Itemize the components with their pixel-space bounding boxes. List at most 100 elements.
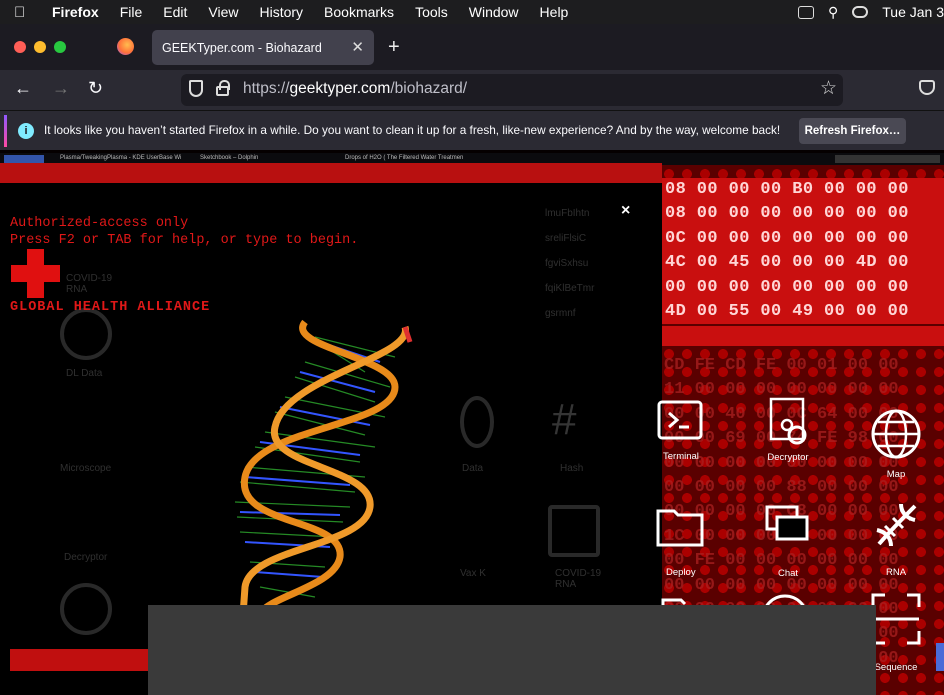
close-window-button[interactable] (14, 41, 26, 53)
decryptor-glyph-icon (769, 397, 807, 445)
hash-icon: # (552, 395, 577, 444)
refresh-firefox-button[interactable]: Refresh Firefox… (799, 118, 906, 144)
bookmark-star-icon[interactable]: ☆ (820, 77, 837, 100)
folder-icon (656, 509, 704, 547)
terminal-label: Terminal (663, 451, 699, 462)
bg-string-3: fgviSxhsu (545, 258, 589, 269)
bg-download-icon (460, 396, 494, 448)
decryptor-label: Decryptor (767, 452, 809, 463)
map-app-icon[interactable]: Map (851, 408, 941, 480)
firefox-tab-strip (0, 24, 944, 70)
rna-label: RNA (885, 567, 907, 578)
refresh-notification-bar: i It looks like you haven’t started Fire… (0, 110, 944, 150)
bg-label-decryptor: Decryptor (64, 552, 108, 563)
control-center-icon[interactable] (852, 6, 869, 18)
bg-label-covid2: COVID-19 RNA (555, 568, 602, 590)
globe-icon (871, 409, 921, 459)
hex-dump-highlighted: 08 00 00 00 B0 00 00 00 08 00 00 00 00 00… (662, 178, 944, 324)
chat-app-icon[interactable]: Chat (743, 505, 833, 579)
menu-window[interactable]: Window (469, 4, 519, 20)
bg-label-dl-data: DL Data (66, 368, 103, 379)
panel-launcher-icons[interactable] (4, 155, 44, 163)
menu-history[interactable]: History (259, 4, 303, 20)
menu-help[interactable]: Help (540, 4, 569, 20)
gray-overlay-panel (148, 605, 876, 695)
terminal-line-2: Press F2 or TAB for help, or type to beg… (10, 233, 359, 248)
address-bar[interactable]: https://geektyper.com/biohazard/ ☆ (181, 74, 843, 106)
bg-string-5: gsrmnf (545, 308, 576, 319)
hex-row: CD FE CD FE 00 01 00 00 (664, 356, 899, 375)
panel-task-2[interactable]: Sketchbook – Dolphin (200, 155, 258, 161)
tracking-protection-icon[interactable] (189, 80, 203, 97)
info-icon: i (18, 123, 34, 139)
download-icon (60, 308, 112, 360)
bg-string-1: lmuFbIhtn (545, 208, 590, 219)
bg-folder-icon (548, 505, 600, 557)
bg-label-microscope: Microscope (60, 463, 112, 474)
zoom-window-button[interactable] (54, 41, 66, 53)
firefox-view-icon[interactable] (117, 38, 134, 55)
blue-edge-element (936, 643, 944, 671)
tab-geektyper[interactable]: GEEKTyper.com - Biohazard ✕ (152, 30, 374, 65)
panel-task-3[interactable]: Drops of H2O ( The Filtered Water Treatm… (345, 155, 463, 161)
menu-bookmarks[interactable]: Bookmarks (324, 4, 394, 20)
bg-label-covid: COVID-19 RNA (66, 273, 113, 295)
menu-file[interactable]: File (120, 4, 143, 20)
tab-title: GEEKTyper.com - Biohazard (162, 40, 322, 55)
notification-accent (4, 115, 7, 147)
forward-arrow-icon[interactable]: → (52, 78, 70, 99)
dna-icon (876, 503, 917, 547)
terminal-text: Authorized-access only Press F2 or TAB fo… (10, 215, 358, 249)
hex-row: 0C 00 00 00 00 00 00 00 (665, 228, 909, 248)
scan-frame-icon (871, 593, 921, 645)
decryptor-app-icon[interactable]: Decryptor (743, 397, 833, 463)
tab-close-icon[interactable]: ✕ (351, 38, 364, 56)
url-host: geektyper.com (289, 80, 391, 97)
terminal-glyph-icon (657, 400, 703, 440)
bg-string-2: sreliFlsiC (545, 233, 587, 244)
deploy-app-icon[interactable]: Deploy (635, 505, 725, 578)
terminal-line-1: Authorized-access only (10, 216, 189, 231)
menu-app-firefox[interactable]: Firefox (52, 4, 99, 20)
url-text[interactable]: https://geektyper.com/biohazard/ (243, 80, 467, 98)
chat-label: Chat (777, 568, 799, 579)
close-terminal-icon[interactable]: × (621, 202, 630, 220)
rna-app-icon[interactable]: RNA (851, 500, 941, 578)
macos-menubar:  Firefox File Edit View History Bookmar… (0, 0, 944, 24)
bg-string-4: fqiKlBeTmr (545, 283, 595, 294)
menu-tools[interactable]: Tools (415, 4, 448, 20)
hex-row: 08 00 00 00 B0 00 00 00 (665, 180, 909, 199)
system-tray[interactable] (835, 155, 940, 163)
chat-icon (765, 505, 809, 541)
bg-label-data: Data (462, 463, 484, 474)
menubar-clock[interactable]: Tue Jan 3 (882, 4, 944, 20)
back-arrow-icon[interactable]: ← (14, 78, 32, 99)
deploy-label: Deploy (666, 567, 696, 578)
page-content: Plasma/TweakingPlasma - KDE UserBase Wi … (0, 150, 944, 695)
bg-label-vax: Vax K (460, 568, 486, 579)
spotlight-search-icon[interactable]: ⚲ (828, 4, 838, 21)
screen-mirroring-icon[interactable] (797, 5, 814, 19)
hex-row: 4D 00 55 00 49 00 00 00 (665, 302, 909, 322)
partial-globe-icon[interactable] (740, 593, 830, 605)
reload-icon[interactable]: ↻ (88, 78, 103, 99)
hex-row: 4C 00 45 00 00 00 4D 00 (665, 253, 909, 273)
organization-name: GLOBAL HEALTH ALLIANCE (10, 300, 211, 315)
notification-text: It looks like you haven’t started Firefo… (44, 123, 781, 137)
apple-icon[interactable]:  (14, 4, 40, 21)
red-cross-logo (11, 249, 60, 298)
panel-task-1[interactable]: Plasma/TweakingPlasma - KDE UserBase Wi (60, 155, 181, 161)
hex-row: 00 00 00 00 00 00 00 00 (665, 277, 909, 297)
url-path: /biohazard/ (390, 80, 468, 97)
map-label: Map (886, 469, 906, 480)
hex-row: 08 00 00 00 00 00 00 00 (665, 204, 909, 224)
menu-view[interactable]: View (208, 4, 238, 20)
url-prefix: https:// (243, 80, 290, 97)
new-tab-button[interactable]: + (388, 36, 400, 59)
terminal-app-icon[interactable]: Terminal (635, 400, 725, 462)
dna-helix-image (165, 317, 440, 617)
lock-icon[interactable] (216, 80, 230, 96)
hex-separator (662, 326, 944, 346)
minimize-window-button[interactable] (34, 41, 46, 53)
menu-edit[interactable]: Edit (163, 4, 187, 20)
